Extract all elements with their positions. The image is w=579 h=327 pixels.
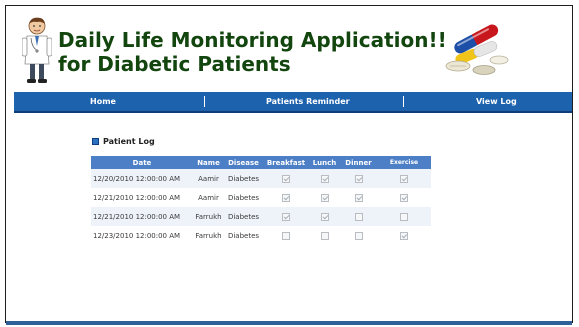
column-header-lunch[interactable]: Lunch: [309, 156, 340, 169]
column-header-breakfast[interactable]: Breakfast: [263, 156, 309, 169]
name-cell: Aamir: [193, 188, 224, 207]
column-header-dinner[interactable]: Dinner: [340, 156, 377, 169]
nav-item-home[interactable]: Home: [90, 92, 116, 111]
disease-cell: Diabetes: [224, 169, 263, 188]
nav-item-patients-reminder[interactable]: Patients Reminder: [266, 92, 350, 111]
section-title: Patient Log: [103, 137, 155, 146]
breakfast-checkbox[interactable]: [282, 231, 290, 240]
disease-cell: Diabetes: [224, 226, 263, 245]
date-cell: 12/21/2010 12:00:00 AM: [91, 207, 193, 226]
table-header-row: Date Name Disease Breakfast Lunch Dinner…: [91, 156, 431, 169]
dinner-checkbox[interactable]: [354, 174, 363, 183]
nav-item-view-log[interactable]: View Log: [476, 92, 517, 111]
breakfast-checkbox[interactable]: [282, 193, 290, 202]
exercise-checkbox[interactable]: [400, 231, 408, 240]
dinner-checkbox[interactable]: [354, 193, 363, 202]
square-bullet-icon: [92, 138, 99, 145]
date-cell: 12/23/2010 12:00:00 AM: [91, 226, 193, 245]
navbar: Home Patients Reminder View Log: [14, 92, 572, 113]
breakfast-checkbox[interactable]: [282, 212, 290, 221]
nav-separator: [204, 96, 205, 107]
lunch-checkbox[interactable]: [320, 212, 329, 221]
doctor-icon: [22, 17, 52, 83]
disease-cell: Diabetes: [224, 207, 263, 226]
date-cell: 12/21/2010 12:00:00 AM: [91, 188, 193, 207]
dinner-checkbox[interactable]: [354, 231, 363, 240]
disease-cell: Diabetes: [224, 188, 263, 207]
pills-icon: [445, 24, 509, 75]
table-row: 12/21/2010 12:00:00 AM Farrukh Diabetes: [91, 207, 431, 226]
dinner-checkbox[interactable]: [354, 212, 363, 221]
patient-log-table: Date Name Disease Breakfast Lunch Dinner…: [91, 156, 431, 245]
table-row: 12/20/2010 12:00:00 AM Aamir Diabetes: [91, 169, 431, 188]
lunch-checkbox[interactable]: [320, 174, 329, 183]
exercise-checkbox[interactable]: [400, 193, 408, 202]
name-cell: Farrukh: [193, 207, 224, 226]
table-row: 12/23/2010 12:00:00 AM Farrukh Diabetes: [91, 226, 431, 245]
column-header-name[interactable]: Name: [193, 156, 224, 169]
column-header-exercise[interactable]: Exercise: [377, 156, 431, 169]
lunch-checkbox[interactable]: [320, 231, 329, 240]
exercise-checkbox[interactable]: [400, 212, 408, 221]
name-cell: Aamir: [193, 169, 224, 188]
app-window: Daily Life Monitoring Application!! for …: [5, 5, 573, 323]
app-title: Daily Life Monitoring Application!! for …: [58, 28, 447, 76]
lunch-checkbox[interactable]: [320, 193, 329, 202]
nav-separator: [403, 96, 404, 107]
table-row: 12/21/2010 12:00:00 AM Aamir Diabetes: [91, 188, 431, 207]
exercise-checkbox[interactable]: [400, 174, 408, 183]
name-cell: Farrukh: [193, 226, 224, 245]
column-header-date[interactable]: Date: [91, 156, 193, 169]
date-cell: 12/20/2010 12:00:00 AM: [91, 169, 193, 188]
column-header-disease[interactable]: Disease: [224, 156, 263, 169]
breakfast-checkbox[interactable]: [282, 174, 290, 183]
section-heading: Patient Log: [92, 136, 155, 148]
header: Daily Life Monitoring Application!! for …: [6, 6, 572, 90]
bottom-band: [6, 321, 572, 325]
